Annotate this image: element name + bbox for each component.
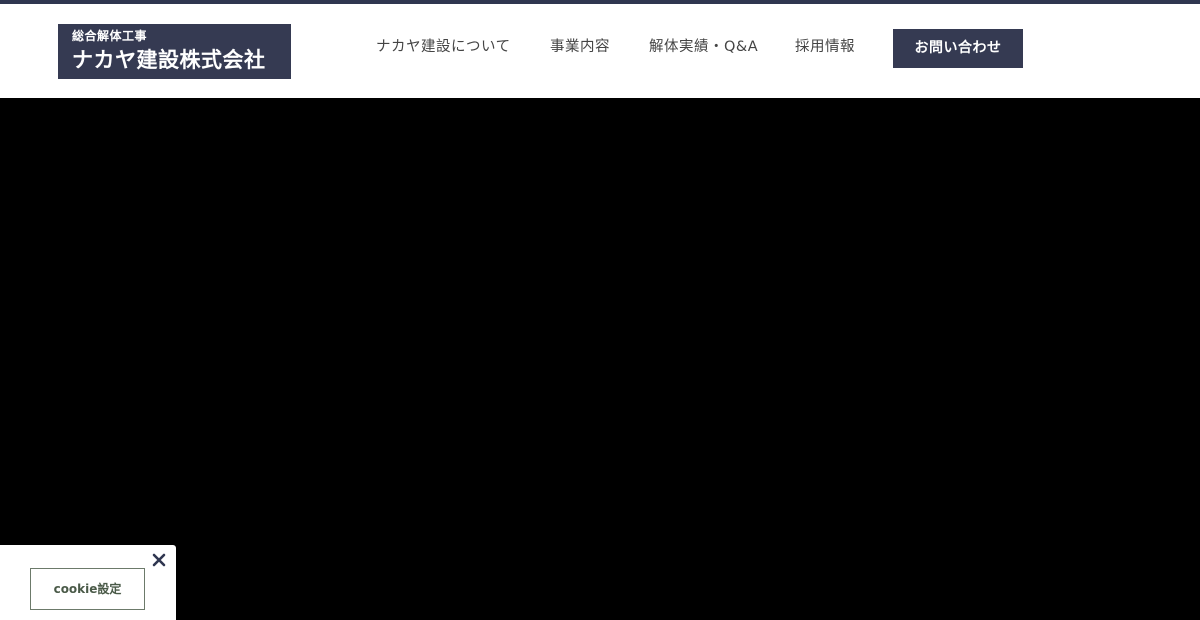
nav-item-about[interactable]: ナカヤ建設について xyxy=(376,37,511,57)
nav-item-services[interactable]: 事業内容 xyxy=(550,37,610,57)
close-icon[interactable] xyxy=(151,552,167,568)
cookie-panel: cookie設定 xyxy=(0,545,176,620)
nav-item-works-qa[interactable]: 解体実績・Q&A xyxy=(649,37,758,57)
site-header: 総合解体工事 ナカヤ建設株式会社 ナカヤ建設について 事業内容 解体実績・Q&A… xyxy=(0,4,1200,98)
cookie-settings-button[interactable]: cookie設定 xyxy=(30,568,145,610)
contact-button[interactable]: お問い合わせ xyxy=(893,29,1023,68)
nav-item-recruit[interactable]: 採用情報 xyxy=(795,37,855,57)
main-nav: ナカヤ建設について 事業内容 解体実績・Q&A 採用情報 お問い合わせ xyxy=(0,4,1200,98)
hero-area xyxy=(0,98,1200,620)
page: 総合解体工事 ナカヤ建設株式会社 ナカヤ建設について 事業内容 解体実績・Q&A… xyxy=(0,0,1200,620)
